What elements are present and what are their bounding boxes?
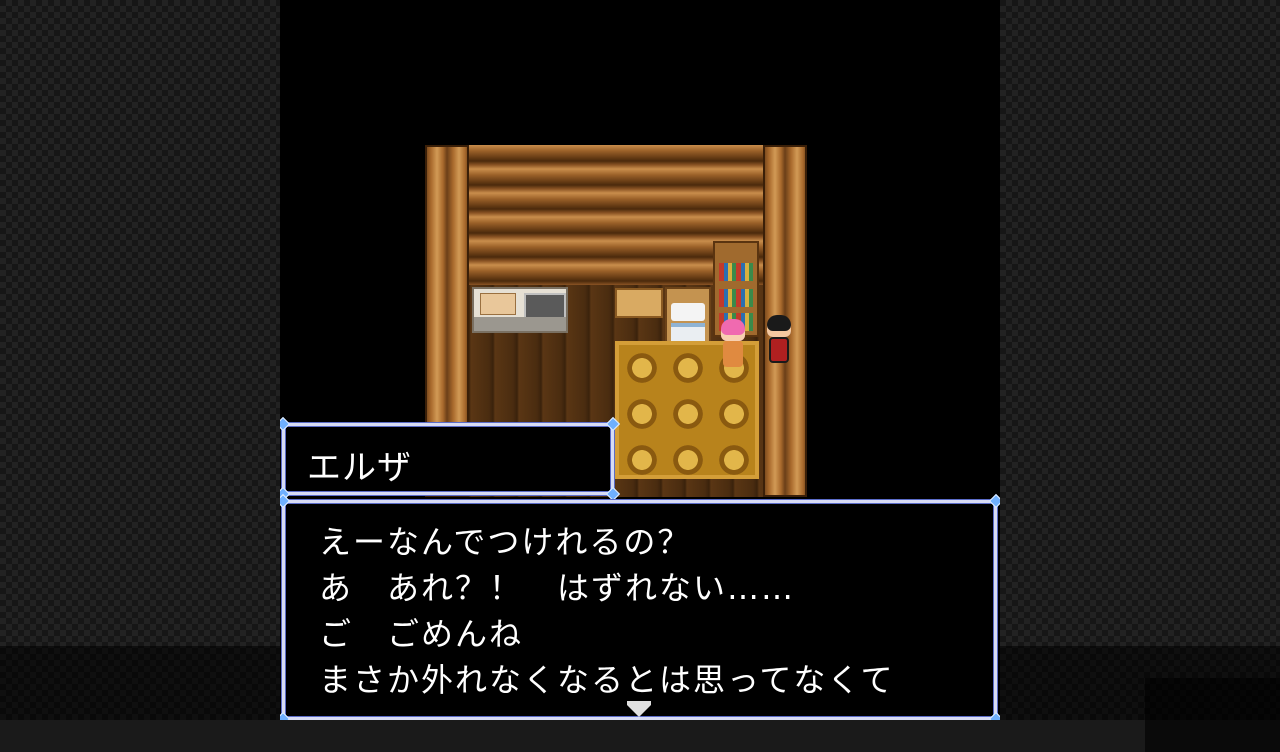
bed-pillow bbox=[671, 303, 705, 321]
sprite-body bbox=[723, 341, 743, 367]
game-screen: エルザ えーなんでつけれるの？ あ あれ？！ はずれない…… ご ごめんね まさ… bbox=[280, 0, 1000, 720]
pink-haired-girl-sprite bbox=[717, 319, 749, 367]
corner-gem-icon bbox=[988, 711, 1000, 720]
corner-gem-icon bbox=[280, 416, 291, 432]
speaker-name-window: エルザ bbox=[280, 416, 621, 502]
corner-gem-icon bbox=[280, 493, 291, 509]
corner-gem-icon bbox=[280, 711, 291, 720]
sprite-body bbox=[769, 337, 789, 363]
message-line: あ あれ？！ はずれない…… bbox=[319, 569, 796, 607]
letterbox-left bbox=[0, 0, 280, 720]
sink bbox=[524, 293, 566, 319]
sprite-head bbox=[721, 319, 745, 341]
hero-sprite bbox=[763, 315, 795, 363]
letterbox-left-shade bbox=[0, 646, 280, 720]
message-line: まさか外れなくなるとは思ってなくて bbox=[319, 661, 895, 699]
message-line: えーなんでつけれるの？ bbox=[319, 523, 692, 561]
kitchen-counter bbox=[472, 287, 568, 333]
letterbox-right-corner-shade bbox=[1145, 678, 1280, 752]
small-table bbox=[615, 288, 663, 318]
bookshelf-row bbox=[719, 289, 753, 307]
letterbox-right bbox=[1000, 0, 1280, 752]
message-window[interactable]: えーなんでつけれるの？ あ あれ？！ はずれない…… ご ごめんね まさか外れな… bbox=[280, 493, 1000, 720]
speaker-name: エルザ bbox=[307, 448, 412, 488]
counter-front bbox=[474, 317, 566, 331]
bookshelf-row bbox=[719, 263, 753, 281]
corner-gem-icon bbox=[988, 493, 1000, 509]
cutting-board bbox=[480, 293, 516, 315]
message-line: ご ごめんね bbox=[319, 615, 524, 653]
sprite-head bbox=[767, 315, 791, 337]
advance-arrow-icon[interactable] bbox=[627, 705, 651, 717]
